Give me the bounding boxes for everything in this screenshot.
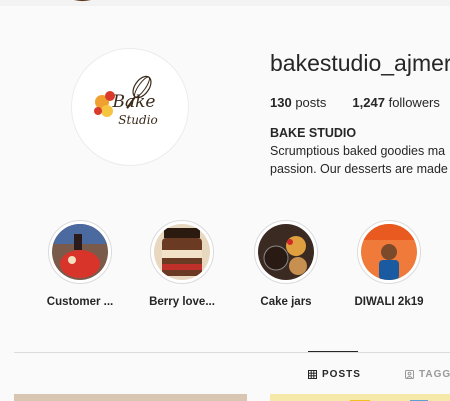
followers-label: followers — [388, 95, 440, 110]
post-thumbnail[interactable] — [14, 394, 247, 401]
highlight-ring — [357, 220, 421, 284]
tab-tagged[interactable]: TAGG — [405, 369, 450, 380]
person-photo-icon — [361, 224, 417, 280]
tag-icon — [405, 370, 414, 379]
profile-username: bakestudio_ajmer — [270, 50, 450, 76]
post-thumbnail[interactable] — [270, 394, 450, 401]
tab-divider — [14, 352, 450, 353]
profile-stats: 130 posts 1,247 followers — [270, 95, 450, 110]
posts-count: 130 — [270, 95, 292, 110]
tab-tagged-label: TAGG — [419, 369, 450, 380]
grid-icon — [308, 370, 317, 379]
profile-bio: Scrumptious baked goodies ma passion. Ou… — [270, 142, 450, 178]
highlight-ring — [48, 220, 112, 284]
highlight-ring — [254, 220, 318, 284]
tab-posts[interactable]: POSTS — [308, 369, 361, 380]
posts-label: posts — [295, 95, 327, 110]
dessert-jar-photo-icon — [154, 224, 210, 280]
highlight-ring — [150, 220, 214, 284]
highlight-label: Cake jars — [260, 296, 312, 308]
svg-text:Bake: Bake — [112, 92, 156, 112]
cake-photo-icon — [52, 224, 108, 280]
highlight-label: Customer ... — [46, 296, 114, 308]
followers-stat[interactable]: 1,247 followers — [352, 95, 439, 110]
highlight-label: Berry love... — [149, 296, 215, 308]
bio-line: Scrumptious baked goodies ma — [270, 144, 446, 158]
posts-stat[interactable]: 130 posts — [270, 95, 326, 110]
highlight-berry-love[interactable]: Berry love... — [149, 220, 215, 308]
cake-jars-photo-icon — [258, 224, 314, 280]
partial-logo-top — [74, 0, 91, 1]
profile-avatar[interactable]: Bake Studio — [71, 48, 189, 166]
highlight-customer[interactable]: Customer ... — [47, 220, 113, 308]
highlight-cake-jars[interactable]: Cake jars — [253, 220, 319, 308]
bio-line: passion. Our desserts are made — [270, 162, 448, 176]
highlight-diwali[interactable]: DIWALI 2k19 — [354, 220, 424, 308]
bake-studio-logo: Bake Studio — [94, 75, 158, 127]
active-tab-indicator — [308, 351, 358, 352]
svg-text:Studio: Studio — [118, 113, 158, 127]
profile-full-name: BAKE STUDIO — [270, 126, 357, 140]
highlight-label: DIWALI 2k19 — [354, 296, 424, 308]
tab-posts-label: POSTS — [322, 369, 361, 380]
followers-count: 1,247 — [352, 95, 385, 110]
